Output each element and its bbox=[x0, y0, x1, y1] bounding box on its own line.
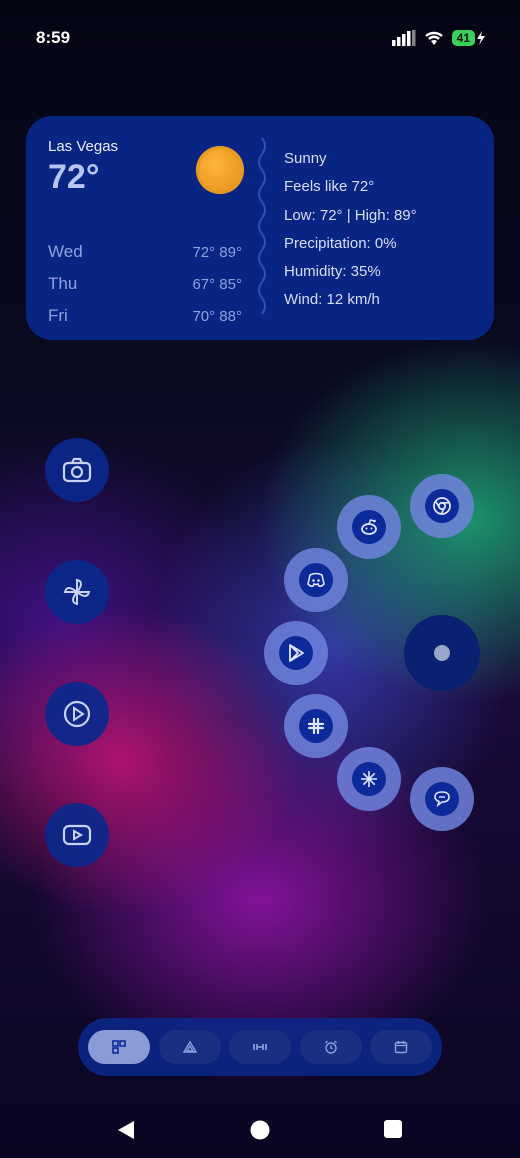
wavy-divider bbox=[258, 138, 266, 315]
widgets-icon bbox=[112, 1040, 126, 1054]
status-bar: 8:59 41 bbox=[36, 28, 486, 52]
recents-icon[interactable] bbox=[384, 1120, 402, 1138]
sun-icon bbox=[196, 146, 244, 194]
dock-widgets-button[interactable] bbox=[88, 1030, 150, 1064]
triangle-icon bbox=[182, 1040, 197, 1053]
forecast-list: Wed 72° 89° Thu 67° 85° Fri 70° 88° bbox=[48, 236, 242, 332]
youtube-icon bbox=[62, 824, 92, 846]
weather-details: Sunny Feels like 72° Low: 72° | High: 89… bbox=[284, 146, 417, 316]
battery-indicator: 41 bbox=[451, 30, 486, 46]
forecast-temps: 72° 89° bbox=[192, 243, 242, 261]
center-dot-icon bbox=[434, 645, 450, 661]
chrome-icon bbox=[433, 497, 451, 515]
play-app-button[interactable] bbox=[45, 682, 109, 746]
reddit-app-button[interactable] bbox=[337, 495, 401, 559]
wifi-icon bbox=[424, 31, 443, 45]
weather-wind: Wind: 12 km/h bbox=[284, 291, 380, 309]
weather-feels-like: Feels like 72° bbox=[284, 178, 375, 196]
signal-icon bbox=[391, 30, 416, 46]
forecast-day: Fri bbox=[48, 306, 68, 325]
dock-calendar-button[interactable] bbox=[370, 1030, 432, 1064]
forecast-temps: 70° 88° bbox=[192, 307, 242, 325]
dock-link-button[interactable] bbox=[229, 1030, 291, 1064]
play-circle-icon bbox=[63, 700, 91, 728]
chat-icon bbox=[434, 791, 450, 808]
forecast-row: Wed 72° 89° bbox=[48, 236, 242, 268]
link-icon bbox=[253, 1044, 267, 1050]
camera-icon bbox=[62, 457, 92, 483]
weather-humidity: Humidity: 35% bbox=[284, 263, 381, 281]
navigation-bar bbox=[0, 1110, 520, 1150]
bottom-dock bbox=[78, 1018, 442, 1076]
dock-alarm-button[interactable] bbox=[299, 1030, 362, 1064]
launcher-center-button[interactable] bbox=[404, 615, 480, 691]
reddit-icon bbox=[361, 519, 377, 535]
charging-icon bbox=[477, 31, 485, 45]
battery-level: 41 bbox=[451, 30, 475, 46]
alarm-icon bbox=[324, 1040, 337, 1054]
forecast-day: Wed bbox=[48, 242, 83, 261]
forecast-row: Fri 70° 88° bbox=[48, 300, 242, 332]
home-icon[interactable] bbox=[250, 1120, 270, 1140]
weather-low-high: Low: 72° | High: 89° bbox=[284, 206, 417, 224]
slack-icon bbox=[307, 717, 325, 735]
camera-app-button[interactable] bbox=[45, 438, 109, 502]
forecast-temps: 67° 85° bbox=[192, 275, 242, 293]
weather-precipitation: Precipitation: 0% bbox=[284, 234, 397, 252]
perplexity-app-button[interactable] bbox=[337, 747, 401, 811]
forecast-day: Thu bbox=[48, 274, 78, 293]
back-icon[interactable] bbox=[117, 1120, 135, 1140]
play-store-icon bbox=[289, 644, 304, 662]
forecast-row: Thu 67° 85° bbox=[48, 268, 242, 300]
perplexity-icon bbox=[361, 771, 377, 787]
dock-triangle-button[interactable] bbox=[158, 1030, 221, 1064]
pinwheel-app-button[interactable] bbox=[45, 560, 109, 624]
chrome-app-button[interactable] bbox=[410, 474, 474, 538]
status-icons: 41 bbox=[391, 30, 486, 46]
discord-app-button[interactable] bbox=[284, 548, 348, 612]
chat-app-button[interactable] bbox=[410, 767, 474, 831]
weather-temperature: 72° bbox=[48, 158, 100, 196]
weather-condition: Sunny bbox=[284, 150, 327, 167]
youtube-app-button[interactable] bbox=[45, 803, 109, 867]
weather-city: Las Vegas bbox=[48, 138, 119, 155]
play-store-app-button[interactable] bbox=[264, 621, 328, 685]
discord-icon bbox=[307, 572, 325, 588]
slack-app-button[interactable] bbox=[284, 694, 348, 758]
status-time: 8:59 bbox=[36, 28, 71, 47]
weather-widget[interactable]: Las Vegas 72° Wed 72° 89° Thu 67° 85° Fr… bbox=[26, 116, 494, 340]
calendar-icon bbox=[394, 1041, 408, 1054]
pinwheel-icon bbox=[63, 578, 91, 606]
